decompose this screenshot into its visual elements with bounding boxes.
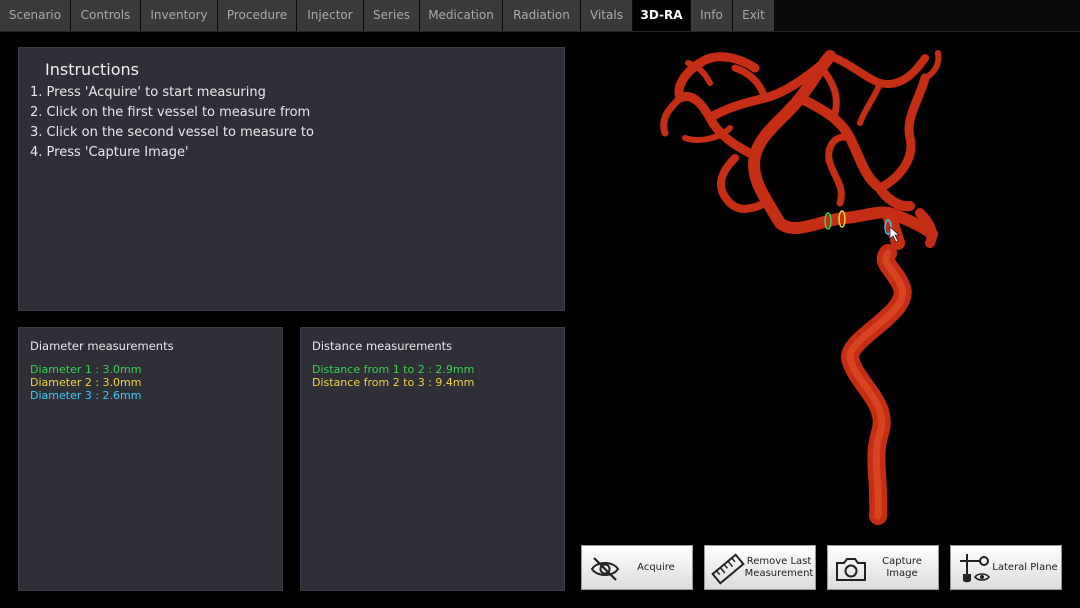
- acquire-button[interactable]: Acquire: [581, 545, 693, 590]
- tab-controls[interactable]: Controls: [71, 0, 140, 31]
- vessel-3d-viewport[interactable]: [580, 38, 1080, 538]
- tab-inventory[interactable]: Inventory: [141, 0, 217, 31]
- camera-icon: [836, 558, 866, 581]
- diameter-panel: Diameter measurements Diameter 1 : 3.0mm…: [18, 327, 283, 591]
- diameter-list: Diameter 1 : 3.0mm Diameter 2 : 3.0mm Di…: [30, 363, 141, 402]
- remove-last-measurement-button[interactable]: Remove Last Measurement: [704, 545, 816, 590]
- instructions-title: Instructions: [45, 60, 139, 79]
- tab-3d-ra[interactable]: 3D-RA: [633, 0, 690, 31]
- instruction-step: 3. Click on the second vessel to measure…: [30, 125, 314, 140]
- tab-exit[interactable]: Exit: [733, 0, 774, 31]
- eye-slash-icon: [590, 557, 620, 581]
- remove-last-label: Remove Last Measurement: [744, 555, 814, 579]
- distance-list: Distance from 1 to 2 : 2.9mm Distance fr…: [312, 363, 474, 389]
- instructions-panel: Instructions 1. Press 'Acquire' to start…: [18, 47, 565, 311]
- lateral-plane-button[interactable]: Lateral Plane: [950, 545, 1062, 590]
- vessel-render: [660, 50, 942, 525]
- diameter-item: Diameter 1 : 3.0mm: [30, 363, 142, 376]
- ruler-icon: [711, 553, 745, 585]
- distance-panel: Distance measurements Distance from 1 to…: [300, 327, 565, 591]
- distance-item: Distance from 2 to 3 : 9.4mm: [312, 376, 475, 389]
- capture-image-label: Capture Image: [882, 555, 922, 579]
- instruction-step: 4. Press 'Capture Image': [30, 145, 189, 160]
- distance-item: Distance from 1 to 2 : 2.9mm: [312, 363, 475, 376]
- tab-radiation[interactable]: Radiation: [503, 0, 580, 31]
- diameter-title: Diameter measurements: [30, 339, 174, 353]
- tab-medication[interactable]: Medication: [420, 0, 502, 31]
- lateral-plane-icon: [960, 554, 991, 583]
- instruction-step: 2. Click on the first vessel to measure …: [30, 105, 311, 120]
- tab-info[interactable]: Info: [691, 0, 732, 31]
- instructions-list: 1. Press 'Acquire' to start measuring 2.…: [30, 83, 314, 163]
- tab-series[interactable]: Series: [364, 0, 419, 31]
- tab-bar: Scenario Controls Inventory Procedure In…: [0, 0, 1080, 32]
- tab-injector[interactable]: Injector: [297, 0, 363, 31]
- distance-title: Distance measurements: [312, 339, 453, 353]
- capture-image-button[interactable]: Capture Image: [827, 545, 939, 590]
- instruction-step: 1. Press 'Acquire' to start measuring: [30, 85, 266, 100]
- diameter-item: Diameter 3 : 2.6mm: [30, 389, 142, 402]
- acquire-label: Acquire: [637, 561, 675, 573]
- tab-vitals[interactable]: Vitals: [581, 0, 632, 31]
- lateral-plane-label: Lateral Plane: [992, 561, 1058, 573]
- tab-procedure[interactable]: Procedure: [218, 0, 296, 31]
- diameter-item: Diameter 2 : 3.0mm: [30, 376, 142, 389]
- tab-scenario[interactable]: Scenario: [0, 0, 70, 31]
